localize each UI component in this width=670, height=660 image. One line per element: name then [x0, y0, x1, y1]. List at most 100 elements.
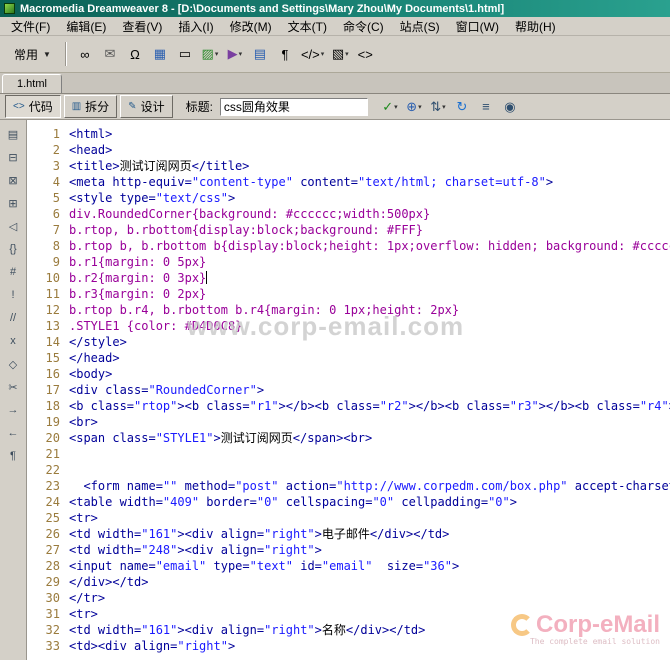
- insert-category-dropdown[interactable]: 常用 ▼: [6, 42, 59, 67]
- code-line[interactable]: <td width="161"><div align="right">电子邮件<…: [69, 526, 670, 542]
- collapse-full-tag-icon[interactable]: ⊟: [3, 148, 23, 166]
- code-segment: >: [509, 495, 517, 509]
- code-line[interactable]: <body>: [69, 366, 670, 382]
- code-line[interactable]: <tr>: [69, 510, 670, 526]
- line-number: 12: [45, 303, 60, 317]
- email-link-icon[interactable]: ✉: [98, 42, 122, 66]
- file-management-icon[interactable]: ⇅ ▾: [427, 97, 449, 117]
- comment-icon[interactable]: ¶: [273, 42, 297, 66]
- menu-item[interactable]: 文件(F): [3, 16, 58, 37]
- expand-all-icon[interactable]: ⊞: [3, 194, 23, 212]
- code-segment: "post": [235, 479, 279, 493]
- check-page-icon[interactable]: ✓ ▾: [379, 97, 401, 117]
- line-number: 2: [52, 143, 60, 157]
- code-line[interactable]: b.r1{margin: 0 5px}: [69, 254, 670, 270]
- code-segment: method=: [177, 479, 236, 493]
- open-documents-icon[interactable]: ▤: [3, 125, 23, 143]
- code-line[interactable]: <tr>: [69, 606, 670, 622]
- code-segment: "161": [141, 623, 178, 637]
- code-line[interactable]: [69, 446, 670, 462]
- code-segment: </div></td>: [69, 575, 149, 589]
- view-options-icon[interactable]: ≡: [475, 97, 497, 117]
- code-line[interactable]: <td width="248"><div align="right">: [69, 542, 670, 558]
- apply-comment-icon[interactable]: //: [3, 309, 23, 327]
- code-segment: 测试订阅网页: [119, 159, 192, 173]
- code-line[interactable]: b.rtop b, b.rbottom b{display:block;heig…: [69, 238, 670, 254]
- media-icon[interactable]: ▶ ▾: [223, 42, 247, 66]
- templates-icon[interactable]: ▧ ▾: [328, 42, 352, 66]
- code-line[interactable]: <meta http-equiv="content-type" content=…: [69, 174, 670, 190]
- code-line[interactable]: </style>: [69, 334, 670, 350]
- menu-item[interactable]: 查看(V): [114, 16, 170, 37]
- code-line[interactable]: <div class="RoundedCorner">: [69, 382, 670, 398]
- highlight-invalid-code-icon[interactable]: !: [3, 286, 23, 304]
- split-view-button[interactable]: ▥ 拆分: [63, 95, 118, 118]
- code-line[interactable]: <table width="409" border="0" cellspacin…: [69, 494, 670, 510]
- remove-comment-icon[interactable]: x: [3, 332, 23, 350]
- code-line[interactable]: <input name="email" type="text" id="emai…: [69, 558, 670, 574]
- balance-braces-icon[interactable]: {}: [3, 240, 23, 258]
- line-number: 28: [45, 559, 60, 573]
- line-number: 4: [52, 175, 60, 189]
- recent-snippets-icon[interactable]: ✂: [3, 378, 23, 396]
- visual-aids-icon[interactable]: ◉: [499, 97, 521, 117]
- menu-item[interactable]: 插入(I): [170, 16, 221, 37]
- menu-item[interactable]: 站点(S): [392, 16, 448, 37]
- menu-item[interactable]: 帮助(H): [507, 16, 564, 37]
- code-line[interactable]: </tr>: [69, 590, 670, 606]
- code-line[interactable]: </head>: [69, 350, 670, 366]
- preview-browser-icon[interactable]: ⊕ ▾: [403, 97, 425, 117]
- code-view-button[interactable]: <> 代码: [5, 95, 61, 118]
- title-input[interactable]: [219, 97, 368, 116]
- code-content[interactable]: <html> <head> <title>测试订阅网页</title> <meta h…: [69, 126, 670, 660]
- refresh-icon[interactable]: ↻: [451, 97, 473, 117]
- toolbar-separator: [64, 42, 67, 66]
- tag-chooser-icon[interactable]: <>: [353, 42, 377, 66]
- menu-item[interactable]: 命令(C): [335, 16, 392, 37]
- code-line[interactable]: <title>测试订阅网页</title>: [69, 158, 670, 174]
- script-icon[interactable]: </> ▾: [298, 42, 327, 66]
- select-parent-tag-icon[interactable]: ◁: [3, 217, 23, 235]
- collapse-selection-icon[interactable]: ⊠: [3, 171, 23, 189]
- code-line[interactable]: b.r3{margin: 0 2px}: [69, 286, 670, 302]
- code-line[interactable]: b.rtop, b.rbottom{display:block;backgrou…: [69, 222, 670, 238]
- line-number: 16: [45, 367, 60, 381]
- code-line[interactable]: <head>: [69, 142, 670, 158]
- code-line[interactable]: <td width="161"><div align="right">名称</d…: [69, 622, 670, 638]
- code-line[interactable]: <br>: [69, 414, 670, 430]
- document-tab[interactable]: 1.html: [2, 74, 62, 93]
- code-segment: "http://www.corpedm.com/box.php": [336, 479, 568, 493]
- outdent-code-icon[interactable]: ←: [3, 424, 23, 442]
- line-numbers-icon[interactable]: #: [3, 263, 23, 281]
- code-line[interactable]: <style type="text/css">: [69, 190, 670, 206]
- wrap-tag-icon[interactable]: ◇: [3, 355, 23, 373]
- design-view-button[interactable]: ✎ 设计: [120, 95, 173, 118]
- code-line[interactable]: .STYLE1 {color: #D4D0C8}: [69, 318, 670, 334]
- code-line[interactable]: <td><div align="right">: [69, 638, 670, 654]
- code-line[interactable]: <span class="STYLE1">测试订阅网页</span><br>: [69, 430, 670, 446]
- image-icon[interactable]: ▨ ▾: [198, 42, 222, 66]
- named-anchor-icon[interactable]: Ω: [123, 42, 147, 66]
- code-line[interactable]: <b class="rtop"><b class="r1"></b><b cla…: [69, 398, 670, 414]
- menu-item[interactable]: 窗口(W): [448, 16, 507, 37]
- code-line[interactable]: </div></td>: [69, 574, 670, 590]
- insert-div-icon[interactable]: ▭: [173, 42, 197, 66]
- format-source-icon[interactable]: ¶: [3, 447, 23, 465]
- table-icon[interactable]: ▦: [148, 42, 172, 66]
- code-line[interactable]: b.rtop b.r4, b.rbottom b.r4{margin: 0 1p…: [69, 302, 670, 318]
- menu-item[interactable]: 编辑(E): [58, 16, 114, 37]
- code-line[interactable]: <html>: [69, 126, 670, 142]
- line-number: 17: [45, 383, 60, 397]
- menu-item[interactable]: 修改(M): [222, 16, 280, 37]
- code-line[interactable]: [69, 462, 670, 478]
- line-number: 8: [52, 239, 60, 253]
- code-line[interactable]: <form name="" method="post" action="http…: [69, 478, 670, 494]
- code-segment: "409": [162, 495, 200, 509]
- date-icon[interactable]: ▤: [248, 42, 272, 66]
- code-segment: "right": [264, 527, 315, 541]
- code-line[interactable]: b.r2{margin: 0 3px}: [69, 270, 670, 286]
- menu-item[interactable]: 文本(T): [280, 16, 335, 37]
- indent-code-icon[interactable]: →: [3, 401, 23, 419]
- hyperlink-icon[interactable]: ∞: [73, 42, 97, 66]
- code-line[interactable]: div.RoundedCorner{background: #cccccc;wi…: [69, 206, 670, 222]
